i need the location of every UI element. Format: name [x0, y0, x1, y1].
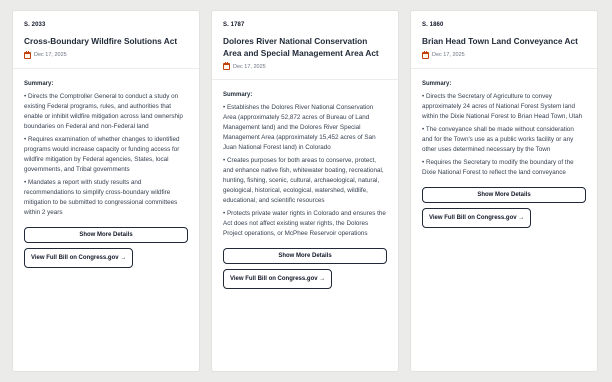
bill-date: Dec 17, 2025: [24, 50, 188, 59]
divider: [411, 67, 597, 69]
bill-card: S. 2033 Cross-Boundary Wildfire Solution…: [12, 10, 200, 372]
bill-title: Cross-Boundary Wildfire Solutions Act: [24, 36, 178, 46]
summary-label: Summary:: [223, 92, 253, 98]
summary-item: • Directs the Secretary of Agriculture t…: [422, 92, 583, 120]
show-more-details-button[interactable]: Show More Details: [422, 186, 586, 203]
bill-date-text: Dec 17, 2025: [34, 52, 67, 58]
summary-item: • Directs the Comptroller General to con…: [24, 92, 183, 130]
card-body: Summary: • Establishes the Dolores River…: [212, 92, 398, 289]
summary-list: • Establishes the Dolores River National…: [223, 103, 387, 239]
card-body: Summary: • Directs the Comptroller Gener…: [13, 81, 199, 268]
bill-date: Dec 17, 2025: [422, 50, 586, 59]
bill-date-text: Dec 17, 2025: [233, 63, 266, 70]
summary-label: Summary:: [422, 80, 452, 87]
summary-item: • Protects private water rights in Color…: [223, 210, 386, 237]
bill-card: S. 1860 Brian Head Town Land Conveyance …: [410, 10, 598, 372]
bill-number: S. 1860: [422, 22, 444, 28]
bill-card: S. 1787 Dolores River National Conservat…: [211, 10, 399, 372]
calendar-icon: [422, 50, 429, 59]
divider: [13, 67, 199, 69]
card-header: S. 2033 Cross-Boundary Wildfire Solution…: [13, 11, 199, 59]
summary-item: • Mandates a report with study results a…: [24, 178, 178, 216]
summary-item: • Requires examination of whether change…: [24, 135, 180, 173]
bill-number: S. 1787: [223, 22, 245, 28]
card-body: Summary: • Directs the Secretary of Agri…: [411, 81, 597, 228]
view-full-bill-button[interactable]: View Full Bill on Congress.gov →: [24, 247, 134, 268]
calendar-icon: [223, 62, 230, 70]
summary-item: • Requires the Secretary to modify the b…: [422, 158, 574, 176]
calendar-icon: [24, 50, 31, 59]
card-header: S. 1787 Dolores River National Conservat…: [212, 11, 398, 70]
card-header: S. 1860 Brian Head Town Land Conveyance …: [411, 11, 597, 59]
summary-label: Summary:: [24, 80, 54, 87]
summary-list: • Directs the Comptroller General to con…: [24, 92, 188, 218]
show-more-details-button[interactable]: Show More Details: [223, 248, 387, 264]
summary-item: • Establishes the Dolores River National…: [223, 104, 376, 151]
view-full-bill-button[interactable]: View Full Bill on Congress.gov →: [223, 269, 333, 289]
bill-number: S. 2033: [24, 22, 46, 28]
summary-item: • Creates purposes for both areas to con…: [223, 157, 384, 204]
show-more-details-button[interactable]: Show More Details: [24, 226, 188, 243]
summary-item: • The conveyance shall be made without c…: [422, 125, 574, 153]
summary-list: • Directs the Secretary of Agriculture t…: [422, 92, 586, 178]
bill-title: Brian Head Town Land Conveyance Act: [422, 36, 578, 46]
divider: [212, 79, 398, 80]
bill-title: Dolores River National Conservation Area…: [223, 36, 379, 58]
bill-date-text: Dec 17, 2025: [432, 52, 465, 58]
view-full-bill-button[interactable]: View Full Bill on Congress.gov →: [422, 207, 532, 228]
bill-date: Dec 17, 2025: [223, 62, 387, 70]
